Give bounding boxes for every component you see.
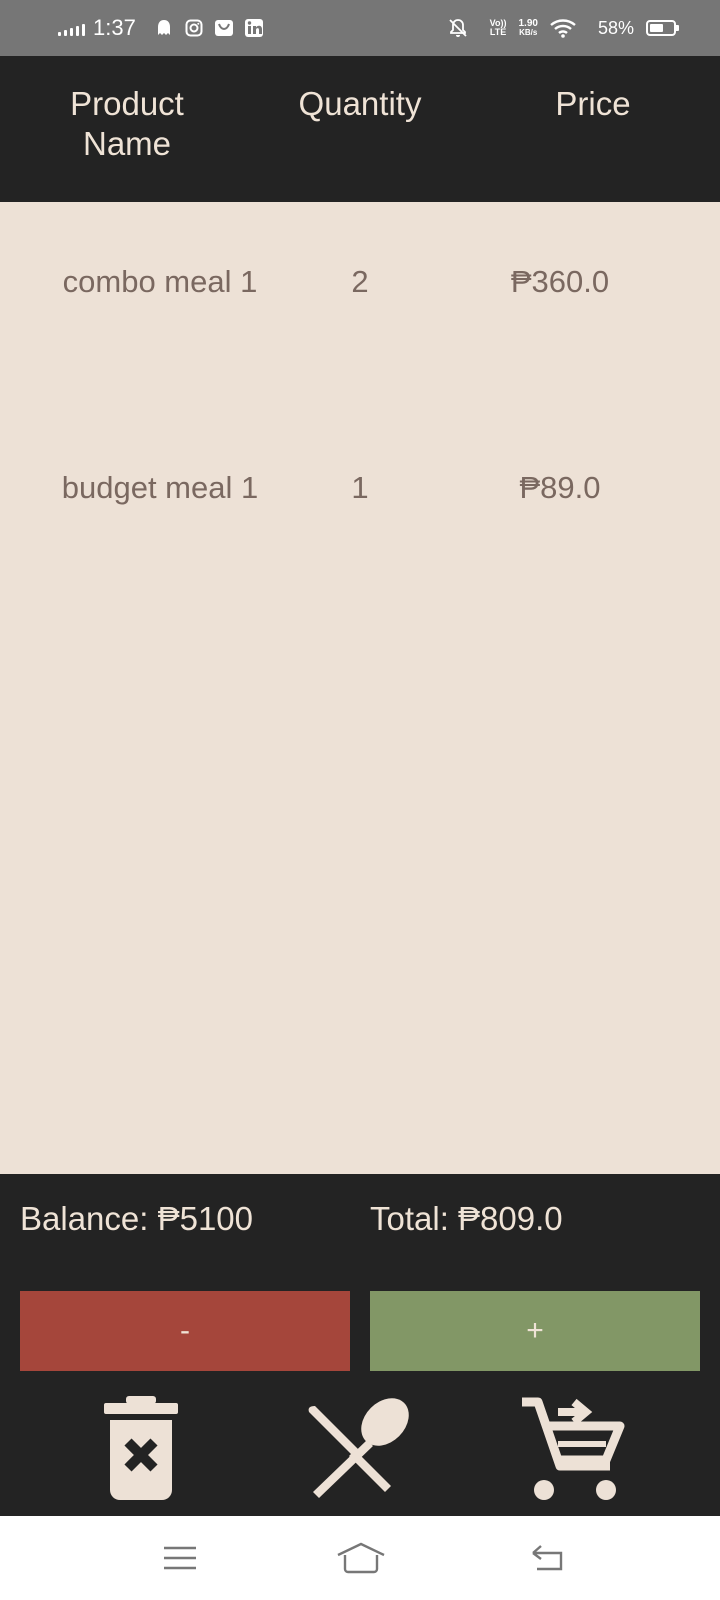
increase-quantity-button[interactable]: + xyxy=(370,1291,700,1371)
row-quantity: 1 xyxy=(351,470,369,505)
ghost-icon xyxy=(154,18,174,38)
row-product-name: combo meal 1 xyxy=(62,264,258,299)
header-price: Price xyxy=(555,85,631,122)
footer-panel: Balance: ₱5100 Total: ₱809.0 - + xyxy=(0,1174,720,1516)
header-quantity: Quantity xyxy=(298,85,422,122)
order-row[interactable]: combo meal 1 2 ₱360.0 xyxy=(0,262,720,382)
navigation-bar xyxy=(0,1516,720,1600)
row-price: ₱89.0 xyxy=(519,470,601,505)
table-header: Product Name Quantity Price xyxy=(0,56,720,202)
status-time: 1:37 xyxy=(93,15,136,40)
cart-checkout-icon[interactable] xyxy=(518,1394,628,1504)
order-list: combo meal 1 2 ₱360.0 budget meal 1 1 ₱8… xyxy=(0,202,720,1174)
row-quantity: 2 xyxy=(351,264,369,299)
row-price: ₱360.0 xyxy=(510,264,610,299)
balance-label: Balance: ₱5100 xyxy=(20,1200,254,1237)
trash-icon[interactable] xyxy=(86,1394,196,1504)
menu-icon[interactable] xyxy=(150,1534,210,1582)
status-bar: 1:37 Vo)) LTE 1.90 KB/s 58% xyxy=(0,0,720,56)
header-product-name: Product Name xyxy=(70,85,184,162)
decrease-quantity-button[interactable]: - xyxy=(20,1291,350,1371)
mail-bag-icon xyxy=(214,18,234,38)
linkedin-icon xyxy=(244,18,264,38)
total-label: Total: ₱809.0 xyxy=(370,1200,563,1237)
utensils-icon[interactable] xyxy=(305,1394,415,1504)
battery-icon xyxy=(646,20,679,36)
row-product-name: budget meal 1 xyxy=(61,470,259,505)
battery-percent: 58% xyxy=(597,17,634,38)
notifications-off-icon xyxy=(448,18,468,38)
wifi-icon xyxy=(550,18,576,38)
battery-level xyxy=(650,24,663,32)
volte-indicator: Vo)) LTE xyxy=(489,18,507,37)
instagram-icon xyxy=(184,18,204,38)
order-row[interactable]: budget meal 1 1 ₱89.0 xyxy=(0,468,720,588)
back-icon[interactable] xyxy=(518,1534,578,1582)
signal-icon xyxy=(58,24,85,36)
network-speed: 1.90 KB/s xyxy=(518,18,538,38)
home-icon[interactable] xyxy=(331,1534,391,1582)
